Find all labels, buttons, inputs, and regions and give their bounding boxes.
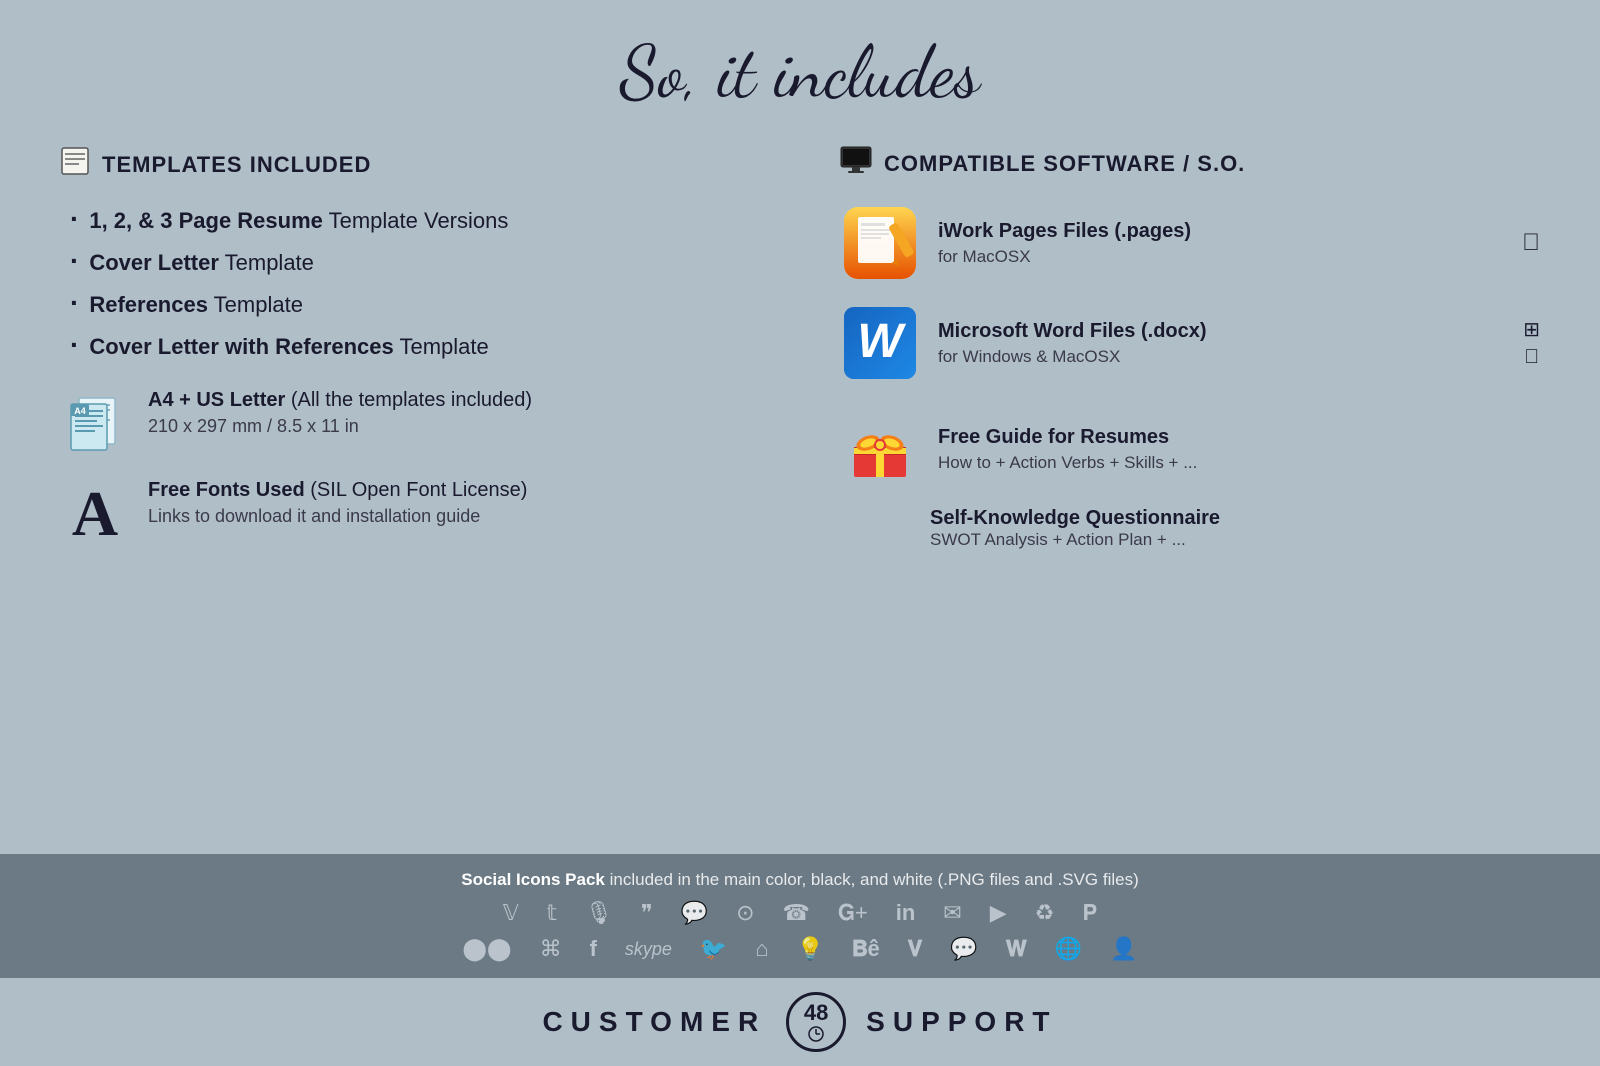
social-bar-description: Social Icons Pack included in the main c… — [461, 870, 1139, 890]
software-section-header: COMPATIBLE SOFTWARE / S.O. — [840, 146, 1540, 181]
template-item-1: 1, 2, & 3 Page Resume Template Versions — [70, 203, 760, 235]
instagram-icon: ⊙ — [736, 900, 754, 926]
social-icons-row-2: ⬤⬤ ⌘ f skype 🐦 ⌂ 💡 𝐁ê 𝐕 💬 𝐖 🌐 👤 — [462, 936, 1137, 962]
template-item-3: References Template — [70, 287, 760, 319]
templates-icon — [60, 146, 90, 183]
left-column: TEMPLATES INCLUDED 1, 2, & 3 Page Resume… — [60, 146, 760, 844]
fonts-icon: A — [60, 479, 130, 549]
guide-item: Free Guide for Resumes How to + Action V… — [840, 409, 1540, 489]
word-os-icons: ⊞  — [1523, 317, 1540, 369]
guide-icon — [840, 409, 920, 489]
footer-badge-number: 48 — [804, 1000, 828, 1026]
vimeo-icon: 𝕍 — [503, 900, 519, 926]
person-icon: 👤 — [1110, 936, 1137, 962]
youtube-icon: ▶ — [990, 900, 1007, 926]
extras-section: Free Guide for Resumes How to + Action V… — [840, 409, 1540, 550]
bulb-icon: 💡 — [797, 936, 824, 962]
email-icon: ✉ — [943, 900, 961, 926]
rss-icon: ⌘ — [540, 936, 562, 962]
right-column: COMPATIBLE SOFTWARE / S.O. — [840, 146, 1540, 844]
skype-icon: skype — [625, 939, 672, 960]
refresh-icon: ♻ — [1035, 900, 1055, 926]
social-icons-row-1: 𝕍 𝕥 🎙 ❞ 💬 ⊙ ☎ 𝐆+ in ✉ ▶ ♻ 𝐏 — [503, 900, 1098, 926]
questionnaire-item: Self-Knowledge Questionnaire SWOT Analys… — [840, 507, 1540, 550]
fonts-feature-title: Free Fonts Used (SIL Open Font License) — [148, 479, 527, 502]
guide-subtitle: How to + Action Verbs + Skills + ... — [938, 453, 1540, 473]
quote-icon: ❞ — [641, 900, 653, 926]
svg-text:A4: A4 — [74, 406, 86, 416]
facebook-icon: f — [590, 936, 597, 962]
gplus-icon: 𝐆+ — [838, 900, 868, 926]
template-list: 1, 2, & 3 Page Resume Template Versions … — [60, 203, 760, 361]
word-app-icon: W — [844, 307, 916, 379]
iwork-title: iWork Pages Files (.pages) — [938, 220, 1504, 243]
font-a-glyph: A — [72, 482, 118, 546]
chat-icon: 💬 — [681, 900, 708, 926]
social-bar-normal: included in the main color, black, and w… — [610, 870, 1139, 889]
header: So, it includes — [0, 0, 1600, 136]
podcast-icon: 🎙 — [585, 900, 613, 926]
templates-section-title: TEMPLATES INCLUDED — [102, 152, 371, 178]
a4-feature-title: A4 + US Letter (All the templates includ… — [148, 389, 532, 412]
gift-box-icon — [844, 413, 916, 485]
feature-a4: A4 A4 + US Letter (All the templates inc… — [60, 389, 760, 459]
word-item: W Microsoft Word Files (.docx) for Windo… — [840, 303, 1540, 383]
social-bar-bold: Social Icons Pack — [461, 870, 605, 889]
fonts-feature-text: Free Fonts Used (SIL Open Font License) … — [148, 479, 527, 527]
guide-title: Free Guide for Resumes — [938, 426, 1540, 449]
vine-icon: 𝐕 — [908, 936, 923, 962]
footer-badge: 48 — [786, 992, 846, 1052]
template-item-4: Cover Letter with References Template — [70, 329, 760, 361]
apple-icon:  — [1522, 229, 1540, 257]
footer: CUSTOMER 48 SUPPORT — [0, 978, 1600, 1066]
wordpress-icon: 𝐖 — [1006, 936, 1027, 962]
software-items: iWork Pages Files (.pages) for MacOSX  — [840, 203, 1540, 383]
footer-left-text: CUSTOMER — [542, 1006, 766, 1038]
word-title: Microsoft Word Files (.docx) — [938, 320, 1505, 343]
twitter-icon: 🐦 — [700, 936, 727, 962]
tumblr-icon: 𝕥 — [547, 900, 557, 926]
word-subtitle: for Windows & MacOSX — [938, 347, 1505, 367]
home-icon: ⌂ — [755, 936, 768, 962]
template-item-2: Cover Letter Template — [70, 245, 760, 277]
word-icon: W — [840, 303, 920, 383]
whatsapp-icon: 💬 — [950, 936, 977, 962]
iwork-os-icons:  — [1522, 229, 1540, 257]
pages-app-icon — [844, 207, 916, 279]
iwork-subtitle: for MacOSX — [938, 247, 1504, 267]
word-text: Microsoft Word Files (.docx) for Windows… — [938, 320, 1505, 367]
footer-right-text: SUPPORT — [866, 1006, 1057, 1038]
page-title: So, it includes — [0, 30, 1600, 116]
flickr-icon: ⬤⬤ — [462, 936, 511, 962]
monitor-icon — [840, 146, 872, 181]
fonts-feature-subtitle: Links to download it and installation gu… — [148, 506, 527, 527]
pinterest-icon: 𝐏 — [1082, 900, 1097, 926]
iwork-icon — [840, 203, 920, 283]
windows-icon: ⊞ — [1523, 317, 1540, 342]
feature-items: A4 A4 + US Letter (All the templates inc… — [60, 389, 760, 549]
footer-badge-subtext — [794, 1026, 838, 1044]
main-container: So, it includes TEMPLATES INCLUDED — [0, 0, 1600, 1066]
social-bar: Social Icons Pack included in the main c… — [0, 854, 1600, 978]
software-section-title: COMPATIBLE SOFTWARE / S.O. — [884, 151, 1245, 177]
a4-icon: A4 — [60, 389, 130, 459]
content-area: TEMPLATES INCLUDED 1, 2, & 3 Page Resume… — [0, 136, 1600, 854]
globe-icon: 🌐 — [1055, 936, 1082, 962]
phone-icon: ☎ — [783, 900, 810, 926]
behance-icon: 𝐁ê — [852, 936, 880, 962]
questionnaire-title: Self-Knowledge Questionnaire — [930, 507, 1540, 530]
iwork-text: iWork Pages Files (.pages) for MacOSX — [938, 220, 1504, 267]
feature-fonts: A Free Fonts Used (SIL Open Font License… — [60, 479, 760, 549]
questionnaire-subtitle: SWOT Analysis + Action Plan + ... — [930, 530, 1540, 550]
templates-section-header: TEMPLATES INCLUDED — [60, 146, 760, 183]
iwork-item: iWork Pages Files (.pages) for MacOSX  — [840, 203, 1540, 283]
apple-icon-2:  — [1524, 346, 1539, 369]
svg-text:W: W — [857, 315, 906, 368]
a4-feature-subtitle: 210 x 297 mm / 8.5 x 11 in — [148, 416, 532, 437]
a4-feature-text: A4 + US Letter (All the templates includ… — [148, 389, 532, 437]
guide-text: Free Guide for Resumes How to + Action V… — [938, 426, 1540, 473]
linkedin-icon: in — [896, 900, 916, 926]
